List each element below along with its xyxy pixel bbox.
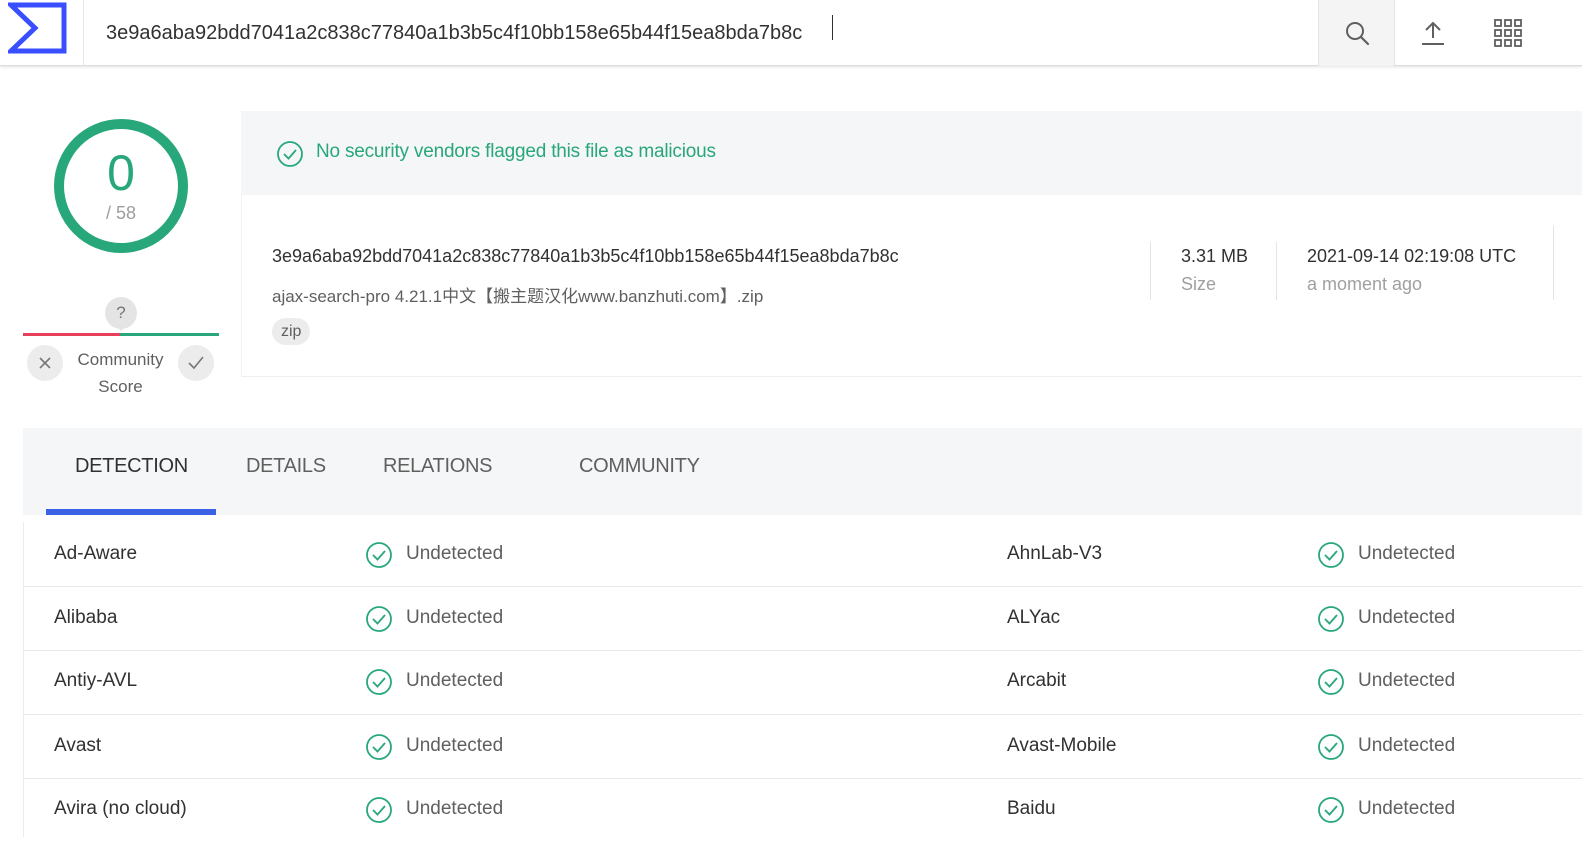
vendor-name: Antiy-AVL xyxy=(54,670,138,691)
vendor-result: Undetected xyxy=(406,543,504,564)
vendor-result: Undetected xyxy=(1358,798,1456,819)
table-row xyxy=(24,523,1582,587)
vendor-name: Avast-Mobile xyxy=(1007,735,1117,756)
apps-grid-icon xyxy=(1494,19,1522,47)
vendor-result: Undetected xyxy=(1358,670,1456,691)
check-circle-icon xyxy=(1318,734,1344,760)
vote-harmless-button[interactable] xyxy=(178,345,214,381)
search-button[interactable] xyxy=(1318,0,1395,66)
meta-divider xyxy=(1276,242,1277,300)
vendor-result: Undetected xyxy=(1358,543,1456,564)
community-bar-positive xyxy=(120,333,219,336)
apps-button[interactable] xyxy=(1478,0,1538,66)
close-icon xyxy=(39,357,51,369)
vendor-result: Undetected xyxy=(1358,607,1456,628)
community-label-line1: Community xyxy=(77,350,164,369)
vendor-result: Undetected xyxy=(406,607,504,628)
table-row xyxy=(24,715,1582,779)
file-name: ajax-search-pro 4.21.1中文【搬主题汉化www.banzhu… xyxy=(272,287,764,306)
search-icon xyxy=(1345,22,1369,46)
tab-relations[interactable]: RELATIONS xyxy=(383,455,492,478)
analysis-date-value: 2021-09-14 02:19:08 UTC xyxy=(1307,246,1517,266)
vendor-result: Undetected xyxy=(406,735,504,756)
community-bar-negative xyxy=(23,333,120,336)
vendor-result: Undetected xyxy=(1358,735,1456,756)
meta-divider xyxy=(1150,242,1151,300)
search-input[interactable] xyxy=(84,0,1318,66)
community-label-line2: Score xyxy=(98,377,143,396)
top-bar xyxy=(0,0,1582,66)
detection-count: 0 xyxy=(107,145,135,201)
tab-community[interactable]: COMMUNITY xyxy=(579,455,700,478)
active-tab-indicator xyxy=(46,509,216,515)
file-size-value: 3.31 MB xyxy=(1181,246,1249,266)
checkmark-icon xyxy=(188,356,204,370)
check-circle-icon xyxy=(277,141,303,167)
analysis-date-relative: a moment ago xyxy=(1307,274,1423,294)
table-row xyxy=(24,779,1582,843)
check-circle-icon xyxy=(366,542,392,568)
check-circle-icon xyxy=(366,669,392,695)
table-row xyxy=(24,587,1582,651)
bubble-pointer xyxy=(115,325,127,331)
vendor-name: AhnLab-V3 xyxy=(1007,543,1103,564)
file-size-label: Size xyxy=(1181,274,1217,294)
vendor-name: Arcabit xyxy=(1007,670,1067,691)
check-circle-icon xyxy=(1318,606,1344,632)
vote-harmful-button[interactable] xyxy=(27,345,63,381)
file-hash: 3e9a6aba92bdd7041a2c838c77840a1b3b5c4f10… xyxy=(272,246,899,266)
table-row xyxy=(24,651,1582,715)
meta-divider xyxy=(1553,226,1554,300)
verdict-text: No security vendors flagged this file as… xyxy=(316,141,716,162)
virustotal-logo[interactable] xyxy=(8,2,68,54)
vendor-name: Avira (no cloud) xyxy=(54,798,187,819)
vendor-name: Alibaba xyxy=(54,607,118,628)
check-circle-icon xyxy=(1318,797,1344,823)
vendor-name: Avast xyxy=(54,735,102,756)
check-circle-icon xyxy=(366,734,392,760)
vendor-result: Undetected xyxy=(406,670,504,691)
vendor-name: ALYac xyxy=(1007,607,1061,628)
check-circle-icon xyxy=(366,797,392,823)
upload-button[interactable] xyxy=(1403,0,1463,66)
tab-detection[interactable]: DETECTION xyxy=(75,455,188,478)
check-circle-icon xyxy=(366,606,392,632)
check-circle-icon xyxy=(1318,669,1344,695)
engine-total: / 58 xyxy=(105,203,137,223)
tab-details[interactable]: DETAILS xyxy=(246,455,326,478)
file-type-tag[interactable]: zip xyxy=(272,318,311,345)
vendor-name: Baidu xyxy=(1007,798,1056,819)
upload-icon xyxy=(1422,21,1444,45)
vendor-name: Ad-Aware xyxy=(54,543,138,564)
check-circle-icon xyxy=(1318,542,1344,568)
text-caret xyxy=(832,15,833,40)
vendor-result: Undetected xyxy=(406,798,504,819)
community-score-label: Community Score xyxy=(62,346,179,400)
